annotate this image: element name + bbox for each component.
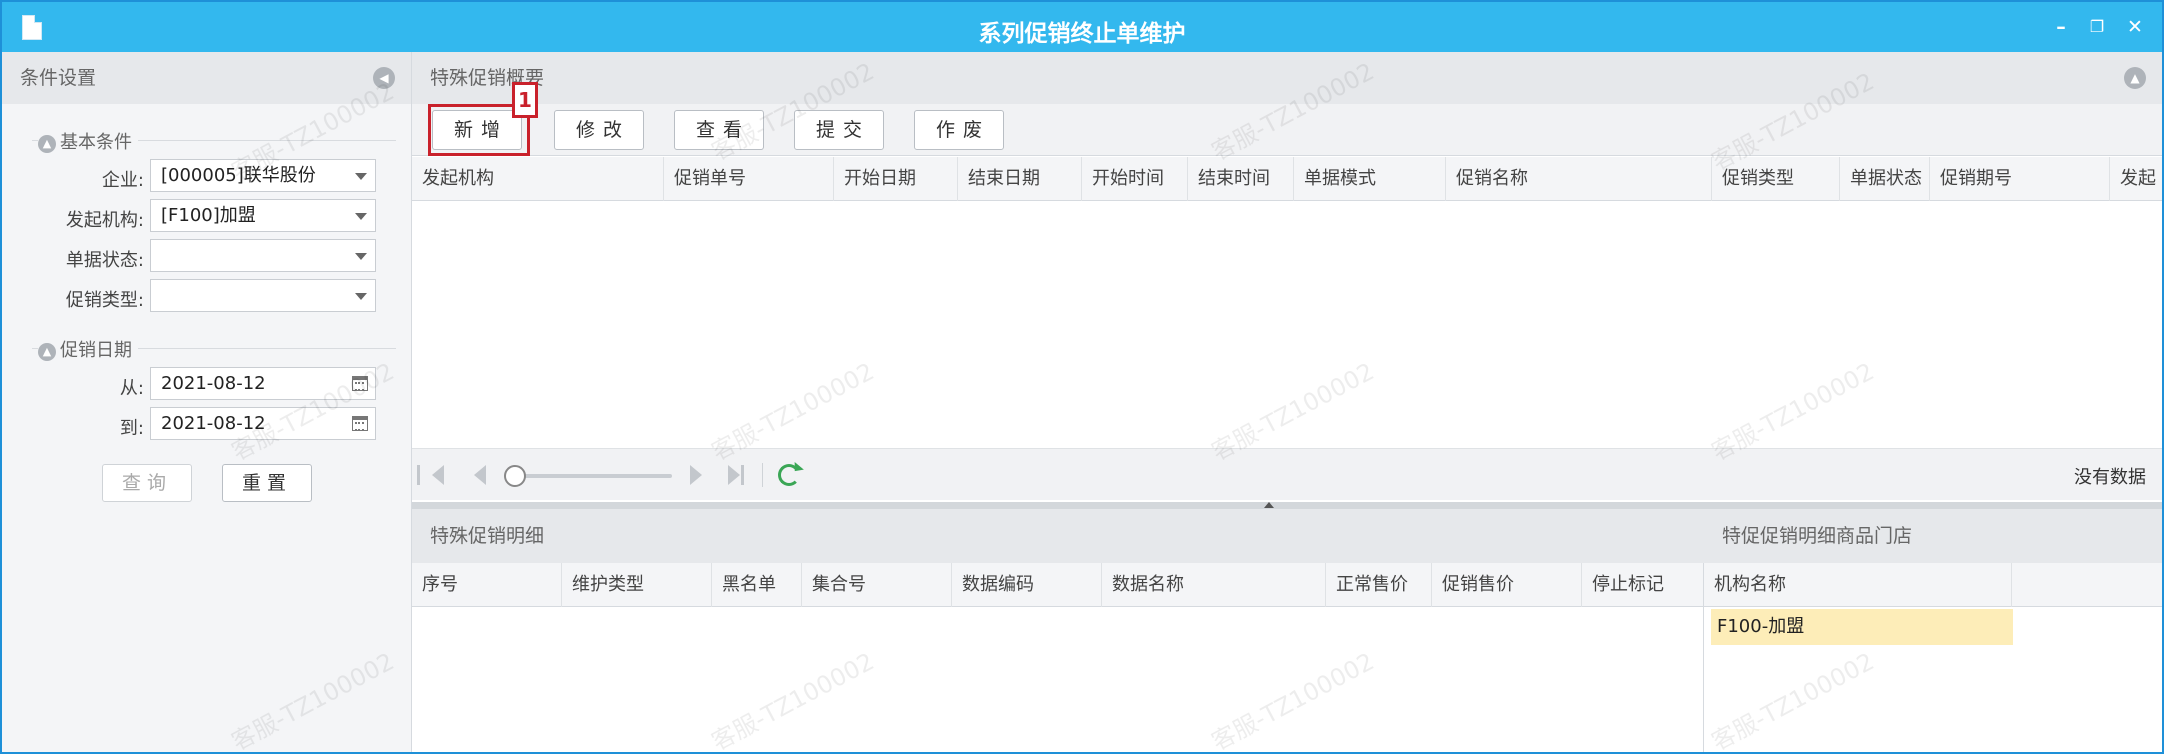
type-select[interactable] bbox=[150, 279, 376, 312]
from-date-value: 2021-08-12 bbox=[161, 373, 266, 394]
chevron-down-icon[interactable] bbox=[355, 213, 367, 220]
chevron-down-icon[interactable] bbox=[355, 293, 367, 300]
to-date-input[interactable]: 2021-08-12 bbox=[150, 407, 376, 440]
column-header[interactable]: 结束日期 bbox=[958, 157, 1082, 201]
column-header[interactable]: 黑名单 bbox=[712, 563, 802, 607]
pager-status: 没有数据 bbox=[2074, 467, 2146, 488]
close-icon[interactable]: ✕ bbox=[2124, 16, 2146, 38]
first-page-icon[interactable] bbox=[417, 465, 444, 485]
store-table-header: 机构名称 bbox=[1704, 563, 2162, 607]
submit-button[interactable]: 提交 bbox=[794, 110, 884, 150]
store-panel: 特促促销明细商品门店 机构名称 F100-加盟 bbox=[1704, 509, 2162, 752]
org-value: [F100]加盟 bbox=[161, 205, 256, 226]
column-header[interactable]: 开始日期 bbox=[834, 157, 958, 201]
column-header[interactable]: 开始时间 bbox=[1082, 157, 1188, 201]
collapse-left-icon[interactable]: ◀ bbox=[373, 67, 395, 89]
column-header[interactable]: 维护类型 bbox=[562, 563, 712, 607]
void-button[interactable]: 作废 bbox=[914, 110, 1004, 150]
detail-header: 特殊促销明细 bbox=[412, 509, 1704, 563]
detail-panel: 特殊促销明细 序号 维护类型 黑名单 集合号 数据编码 数据名称 正常售价 促销… bbox=[412, 509, 1704, 752]
column-header[interactable]: 促销售价 bbox=[1432, 563, 1582, 607]
calendar-icon[interactable] bbox=[352, 376, 368, 391]
title-bar: 系列促销终止单维护 – ❐ ✕ bbox=[2, 2, 2162, 52]
step-badge: 1 bbox=[512, 82, 538, 118]
status-label: 单据状态: bbox=[65, 250, 144, 271]
column-header[interactable]: 集合号 bbox=[802, 563, 952, 607]
chevron-down-icon[interactable] bbox=[355, 173, 367, 180]
org-label: 发起机构: bbox=[65, 210, 144, 231]
column-header[interactable]: 促销期号 bbox=[1930, 157, 2110, 201]
app-window: 系列促销终止单维护 – ❐ ✕ 条件设置 ◀ ▲ 基本条件 企业: [000005… bbox=[0, 0, 2164, 754]
column-header[interactable]: 序号 bbox=[412, 563, 562, 607]
column-header[interactable]: 发起机构 bbox=[412, 157, 664, 201]
conditions-header: 条件设置 bbox=[2, 52, 411, 104]
table-row[interactable]: F100-加盟 bbox=[1711, 609, 2013, 645]
to-date-value: 2021-08-12 bbox=[161, 413, 266, 434]
date-group[interactable]: ▲ 促销日期 bbox=[38, 336, 138, 362]
date-group-label: 促销日期 bbox=[60, 340, 132, 361]
column-header[interactable]: 单据状态 bbox=[1840, 157, 1930, 201]
store-header: 特促促销明细商品门店 bbox=[1704, 509, 2162, 563]
splitter-grip-icon[interactable] bbox=[1264, 502, 1274, 508]
column-header[interactable]: 数据编码 bbox=[952, 563, 1102, 607]
minimize-icon[interactable]: – bbox=[2050, 16, 2072, 38]
enterprise-value: [000005]联华股份 bbox=[161, 165, 316, 186]
to-label: 到: bbox=[119, 418, 144, 439]
pager-divider bbox=[762, 463, 763, 487]
next-page-icon[interactable] bbox=[690, 465, 702, 485]
overview-table-header: 发起机构 促销单号 开始日期 结束日期 开始时间 结束时间 单据模式 促销名称 … bbox=[412, 157, 2162, 201]
detail-table-header: 序号 维护类型 黑名单 集合号 数据编码 数据名称 正常售价 促销售价 停止标记 bbox=[412, 563, 1703, 607]
overview-header: 特殊促销概要 bbox=[412, 52, 2162, 104]
basic-conditions-group[interactable]: ▲ 基本条件 bbox=[38, 128, 138, 154]
column-header[interactable]: 机构名称 bbox=[1704, 563, 2012, 607]
org-select[interactable]: [F100]加盟 bbox=[150, 199, 376, 232]
basic-conditions-label: 基本条件 bbox=[60, 132, 132, 153]
column-header[interactable]: 单据模式 bbox=[1294, 157, 1446, 201]
from-date-input[interactable]: 2021-08-12 bbox=[150, 367, 376, 400]
column-header[interactable]: 停止标记 bbox=[1582, 563, 1704, 607]
collapse-up-icon[interactable]: ▲ bbox=[38, 135, 56, 153]
column-header[interactable]: 结束时间 bbox=[1188, 157, 1294, 201]
calendar-icon[interactable] bbox=[352, 416, 368, 431]
restore-icon[interactable]: ❐ bbox=[2086, 16, 2108, 38]
column-header[interactable]: 正常售价 bbox=[1326, 563, 1432, 607]
column-header[interactable]: 数据名称 bbox=[1102, 563, 1326, 607]
type-label: 促销类型: bbox=[65, 290, 144, 311]
column-header[interactable]: 促销单号 bbox=[664, 157, 834, 201]
chevron-down-icon[interactable] bbox=[355, 253, 367, 260]
enterprise-select[interactable]: [000005]联华股份 bbox=[150, 159, 376, 192]
view-button[interactable]: 查看 bbox=[674, 110, 764, 150]
edit-button[interactable]: 修改 bbox=[554, 110, 644, 150]
pagination-bar: 没有数据 bbox=[412, 448, 2162, 500]
refresh-icon[interactable] bbox=[778, 464, 800, 486]
page-slider[interactable] bbox=[512, 474, 672, 478]
from-label: 从: bbox=[119, 378, 144, 399]
reset-button[interactable]: 重置 bbox=[222, 464, 312, 502]
overview-panel: 特殊促销概要 ▲ 新增 修改 查看 提交 作废 1 发起机构 促销单号 开始日期… bbox=[412, 52, 2162, 502]
page-slider-handle[interactable] bbox=[504, 465, 526, 487]
last-page-icon[interactable] bbox=[728, 465, 744, 485]
column-header[interactable]: 促销名称 bbox=[1446, 157, 1712, 201]
conditions-panel: 条件设置 ◀ ▲ 基本条件 企业: [000005]联华股份 发起机构: [F10… bbox=[2, 52, 412, 752]
collapse-up-icon[interactable]: ▲ bbox=[2124, 67, 2146, 89]
window-title: 系列促销终止单维护 bbox=[978, 21, 1186, 47]
prev-page-icon[interactable] bbox=[474, 465, 486, 485]
enterprise-label: 企业: bbox=[101, 170, 144, 191]
column-header[interactable]: 促销类型 bbox=[1712, 157, 1840, 201]
panel-splitter[interactable] bbox=[412, 502, 2162, 509]
status-select[interactable] bbox=[150, 239, 376, 272]
column-header[interactable]: 发起 bbox=[2110, 157, 2162, 201]
collapse-up-icon[interactable]: ▲ bbox=[38, 343, 56, 361]
query-button[interactable]: 查询 bbox=[102, 464, 192, 502]
